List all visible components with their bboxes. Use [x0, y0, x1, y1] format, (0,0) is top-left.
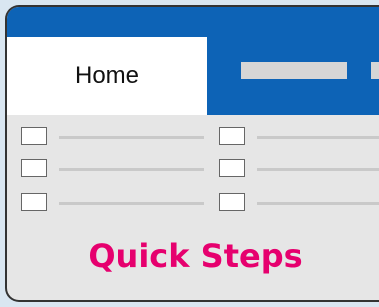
quick-step-label-placeholder: [59, 168, 204, 171]
tab-home[interactable]: Home: [7, 37, 207, 115]
quick-step-checkbox[interactable]: [21, 159, 47, 177]
quick-step-checkbox[interactable]: [219, 193, 245, 211]
quick-step-item[interactable]: [21, 159, 204, 179]
quick-step-checkbox[interactable]: [21, 127, 47, 145]
quick-step-item[interactable]: [219, 127, 379, 147]
quick-step-checkbox[interactable]: [219, 159, 245, 177]
tab-placeholder[interactable]: [241, 62, 347, 79]
quick-step-label-placeholder: [59, 136, 204, 139]
quick-step-label-placeholder: [257, 168, 379, 171]
quick-step-label-placeholder: [257, 202, 379, 205]
quick-step-checkbox[interactable]: [21, 193, 47, 211]
quick-step-item[interactable]: [219, 193, 379, 213]
quick-step-item[interactable]: [21, 193, 204, 213]
app-window: Home Quick Steps: [5, 5, 379, 302]
quick-step-label-placeholder: [59, 202, 204, 205]
quick-step-label-placeholder: [257, 136, 379, 139]
group-title: Quick Steps: [88, 237, 303, 275]
quick-step-checkbox[interactable]: [219, 127, 245, 145]
ribbon-tab-bar: Home: [7, 7, 379, 115]
tab-home-label: Home: [74, 62, 140, 89]
quick-step-item[interactable]: [21, 127, 204, 147]
tab-placeholder[interactable]: [371, 62, 379, 79]
quick-step-item[interactable]: [219, 159, 379, 179]
